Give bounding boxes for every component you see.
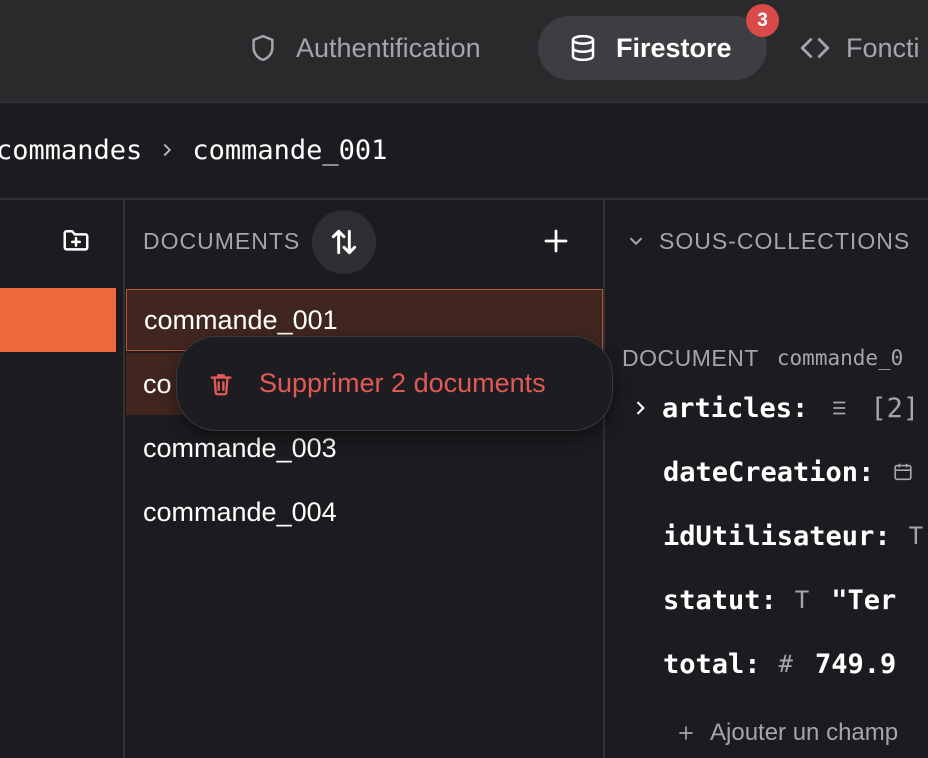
divider xyxy=(0,198,928,200)
tab-label: Firestore xyxy=(616,32,732,63)
tab-firestore[interactable]: Firestore xyxy=(538,16,767,80)
tab-label: Authentification xyxy=(296,32,481,63)
field-name: total: xyxy=(663,648,761,680)
field-value: [2] xyxy=(870,392,920,424)
panel-divider xyxy=(603,200,605,758)
number-icon: # xyxy=(778,650,793,678)
trash-icon xyxy=(210,373,232,395)
subcollections-header[interactable]: SOUS-COLLECTIONS xyxy=(625,221,910,261)
field-name: dateCreation: xyxy=(663,456,875,488)
field-name: articles: xyxy=(662,392,809,424)
tab-authentification[interactable]: Authentification xyxy=(248,16,481,80)
chevron-right-icon xyxy=(163,143,172,157)
shield-icon xyxy=(252,34,274,62)
add-collection-icon[interactable] xyxy=(61,225,91,255)
code-icon xyxy=(800,38,830,58)
field-value: "Ter xyxy=(831,584,897,616)
collection-item-selected[interactable] xyxy=(0,288,116,352)
field-name: idUtilisateur: xyxy=(663,520,891,552)
documents-header: DOCUMENTS xyxy=(143,228,301,254)
breadcrumb: commandes commande_001 xyxy=(0,128,387,172)
plus-icon xyxy=(679,726,693,740)
document-row[interactable]: commande_004 xyxy=(126,481,603,543)
field-name: statut: xyxy=(663,584,777,616)
breadcrumb-document[interactable]: commande_001 xyxy=(192,135,387,166)
field-value: 749.9 xyxy=(815,648,897,680)
add-field-label: Ajouter un champ xyxy=(710,719,899,746)
document-label: DOCUMENT xyxy=(622,344,759,371)
notification-badge: 3 xyxy=(746,4,779,37)
breadcrumb-collection[interactable]: commandes xyxy=(0,135,142,166)
calendar-icon xyxy=(894,463,912,481)
chevron-down-icon xyxy=(629,237,643,246)
top-navigation-bar: Authentification Firestore 3 Foncti xyxy=(0,0,928,103)
database-icon xyxy=(571,34,595,62)
field-row-articles[interactable]: articles: [2] xyxy=(630,386,919,430)
panel-divider xyxy=(123,200,125,758)
text-type-icon: T xyxy=(908,522,924,550)
delete-label: Supprimer 2 documents xyxy=(259,368,546,398)
add-document-icon[interactable] xyxy=(541,226,571,256)
sort-icon xyxy=(331,229,357,255)
document-id: commande_0 xyxy=(776,346,904,370)
document-title: DOCUMENT commande_0 xyxy=(622,340,903,376)
tab-label: Foncti xyxy=(846,32,920,63)
text-type-icon: T xyxy=(794,586,810,614)
delete-documents-menu-item[interactable]: Supprimer 2 documents xyxy=(176,336,613,431)
chevron-right-icon[interactable] xyxy=(630,398,650,418)
field-row-idutilisateur[interactable]: idUtilisateur: T xyxy=(663,514,928,558)
field-row-datecreation[interactable]: dateCreation: xyxy=(663,450,928,494)
tab-fonctions[interactable]: Foncti xyxy=(798,16,920,80)
sort-button[interactable] xyxy=(312,210,376,274)
field-row-statut[interactable]: statut: T "Ter xyxy=(663,578,896,622)
field-row-total[interactable]: total: # 749.9 xyxy=(663,642,896,686)
list-icon xyxy=(829,401,846,415)
subcollections-label: SOUS-COLLECTIONS xyxy=(659,227,911,254)
add-field-button[interactable]: Ajouter un champ xyxy=(676,714,898,752)
